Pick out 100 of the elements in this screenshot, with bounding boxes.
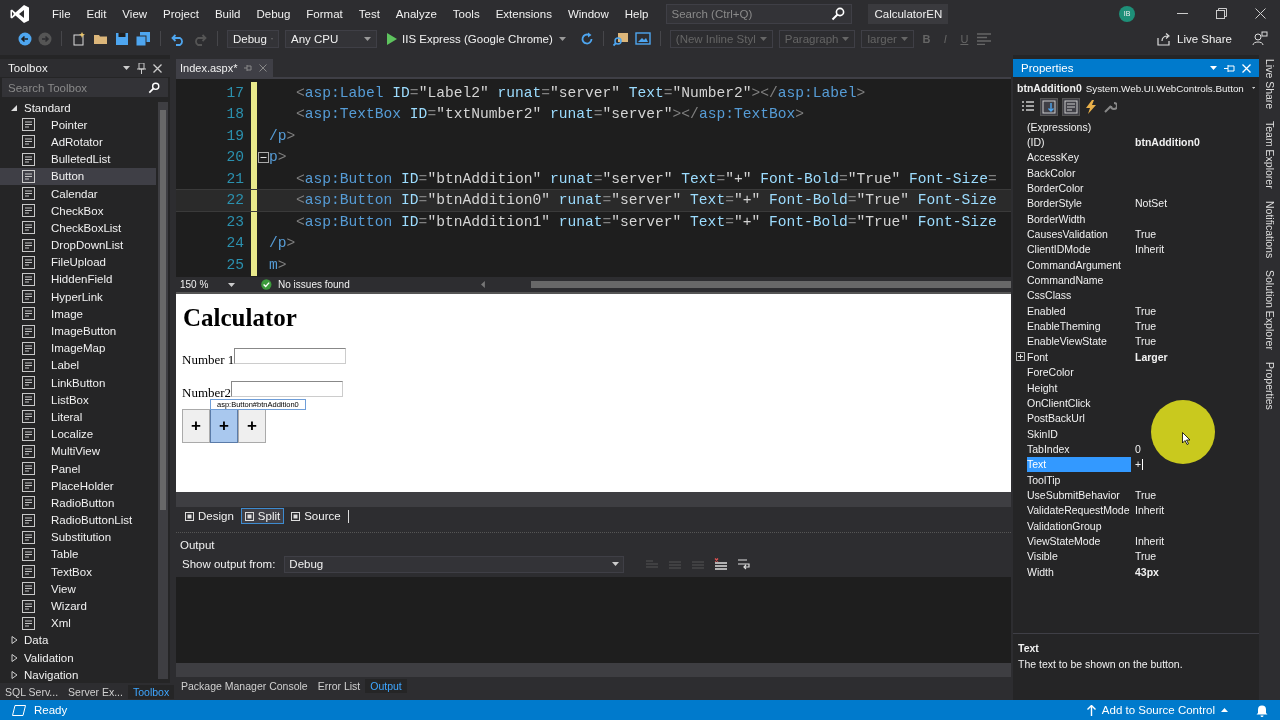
property-name[interactable]: PostBackUrl (1027, 410, 1131, 426)
output-source-dropdown[interactable]: Debug (284, 555, 625, 573)
new-project-icon[interactable] (71, 30, 87, 47)
tool-window-tab[interactable]: Server Ex... (63, 684, 128, 699)
word-wrap-icon[interactable] (737, 558, 752, 570)
toolbox-item[interactable]: ListBox (0, 391, 156, 409)
toolbox-item[interactable]: MultiView (0, 442, 156, 460)
property-name[interactable]: Font (1027, 349, 1131, 365)
property-name[interactable]: ViewStateMode (1027, 533, 1131, 549)
dropdown-icon[interactable] (123, 66, 130, 70)
save-all-icon[interactable] (135, 30, 151, 47)
close-icon[interactable] (1255, 8, 1266, 19)
property-name[interactable]: BorderColor (1027, 180, 1131, 196)
toolbox-item[interactable]: ImageMap (0, 339, 156, 357)
toolbox-item[interactable]: Xml (0, 614, 156, 632)
menu-item[interactable]: File (44, 7, 79, 20)
property-value[interactable]: True (1131, 487, 1157, 503)
wrench-icon[interactable] (1103, 100, 1117, 114)
property-name[interactable]: ClientIDMode (1027, 241, 1131, 258)
property-name[interactable]: (ID) (1027, 134, 1131, 150)
search-box[interactable]: Search Toolbox (2, 78, 168, 97)
toolbox-item[interactable]: Calendar (0, 184, 156, 203)
expand-icon[interactable] (1015, 352, 1025, 362)
property-name[interactable]: ValidationGroup (1027, 517, 1131, 534)
text-input[interactable] (234, 348, 347, 364)
toolbox-item[interactable]: Pointer (0, 116, 156, 134)
menu-item[interactable]: Window (559, 7, 617, 20)
caret-icon[interactable] (558, 36, 566, 41)
back-icon[interactable] (18, 31, 32, 46)
refresh-icon[interactable] (579, 31, 594, 46)
run-button[interactable]: IIS Express (Google Chrome) (387, 32, 553, 45)
toolbox-item[interactable]: Table (0, 545, 156, 564)
property-value[interactable]: Larger (1131, 349, 1168, 365)
side-tab[interactable]: Properties (1263, 362, 1276, 410)
toolbox-category[interactable]: Data (0, 631, 156, 649)
plus-button[interactable]: + (210, 409, 238, 443)
toolbox-item[interactable]: HiddenField (0, 270, 156, 289)
property-name[interactable]: BorderWidth (1027, 211, 1131, 227)
categorized-icon[interactable] (1021, 100, 1035, 114)
menu-item[interactable]: Analyze (387, 7, 445, 20)
plus-button[interactable]: + (238, 409, 266, 443)
toolbox-item[interactable]: AdRotator (0, 133, 156, 151)
scrollbar[interactable] (530, 281, 1011, 288)
clear-all-icon[interactable] (714, 557, 729, 571)
live-share-button[interactable]: Live Share (1157, 31, 1232, 46)
property-value[interactable]: Inherit (1131, 533, 1165, 549)
property-name[interactable]: CommandName (1027, 272, 1131, 288)
property-value[interactable]: btnAddition0 (1131, 134, 1200, 150)
tool-window-tab[interactable]: Output (365, 678, 407, 693)
property-name[interactable]: Width (1027, 563, 1131, 580)
property-name[interactable]: Height (1027, 379, 1131, 396)
toolbox-item[interactable]: FileUpload (0, 253, 156, 271)
menu-item[interactable]: Debug (248, 7, 299, 20)
toolbox-item[interactable]: Button (0, 167, 156, 185)
text-input[interactable] (231, 381, 344, 397)
menu-item[interactable]: Help (616, 7, 657, 20)
toolbox-item[interactable]: BulletedList (0, 150, 156, 168)
toolbox-item[interactable]: PlaceHolder (0, 477, 156, 495)
property-name[interactable]: OnClientClick (1027, 395, 1131, 411)
alphabetical-button[interactable] (1041, 99, 1057, 115)
property-name[interactable]: ForeColor (1027, 364, 1131, 380)
toolbox-item[interactable]: LinkButton (0, 374, 156, 392)
save-icon[interactable] (115, 31, 129, 46)
restore-icon[interactable] (1216, 8, 1227, 19)
property-name[interactable]: (Expressions) (1027, 119, 1131, 135)
tool-window-tab[interactable]: Error List (312, 678, 366, 693)
pin-icon[interactable] (137, 62, 146, 74)
tool-window-tab[interactable]: Package Manager Console (176, 678, 313, 693)
property-name[interactable]: EnableTheming (1027, 318, 1131, 334)
view-tab[interactable]: Source (287, 508, 345, 524)
menu-item[interactable]: Format (298, 7, 351, 20)
screen-icon[interactable] (634, 31, 651, 46)
browse-icon[interactable] (612, 30, 629, 47)
property-value[interactable]: + (1131, 456, 1144, 472)
zoom-dropdown[interactable]: 150 % (180, 279, 236, 290)
view-tab[interactable]: Split (240, 508, 285, 524)
toolbox-item[interactable]: CheckBoxList (0, 219, 156, 237)
tool-window-tab[interactable]: SQL Serv... (0, 684, 64, 699)
feedback-icon[interactable] (1252, 30, 1268, 47)
issues-status[interactable]: No issues found (278, 279, 350, 290)
toolbox-item[interactable]: TextBox (0, 563, 156, 581)
property-name[interactable]: CommandArgument (1027, 257, 1131, 273)
toolbox-item[interactable]: RadioButton (0, 494, 156, 512)
menu-item[interactable]: Tools (444, 7, 488, 20)
search-input[interactable]: Search Toolbox (2, 80, 148, 95)
view-tab[interactable]: Design (181, 508, 238, 524)
toolbox-item[interactable]: DropDownList (0, 236, 156, 254)
source-control-button[interactable]: Add to Source Control (1086, 704, 1228, 716)
scrollbar[interactable] (176, 492, 1011, 507)
toolbox-item[interactable]: Substitution (0, 528, 156, 546)
side-tab[interactable]: Solution Explorer (1263, 270, 1276, 351)
toolbox-item[interactable]: Panel (0, 459, 156, 478)
menu-item[interactable]: View (114, 7, 156, 20)
plus-button[interactable]: + (182, 409, 210, 443)
property-value[interactable]: NotSet (1131, 195, 1168, 212)
property-name[interactable]: TabIndex (1027, 441, 1131, 457)
toolbox-category[interactable]: Validation (0, 649, 156, 667)
toolbox-category[interactable]: Standard (0, 99, 156, 117)
property-value[interactable]: True (1131, 318, 1157, 334)
property-value[interactable]: Inherit (1131, 502, 1165, 518)
